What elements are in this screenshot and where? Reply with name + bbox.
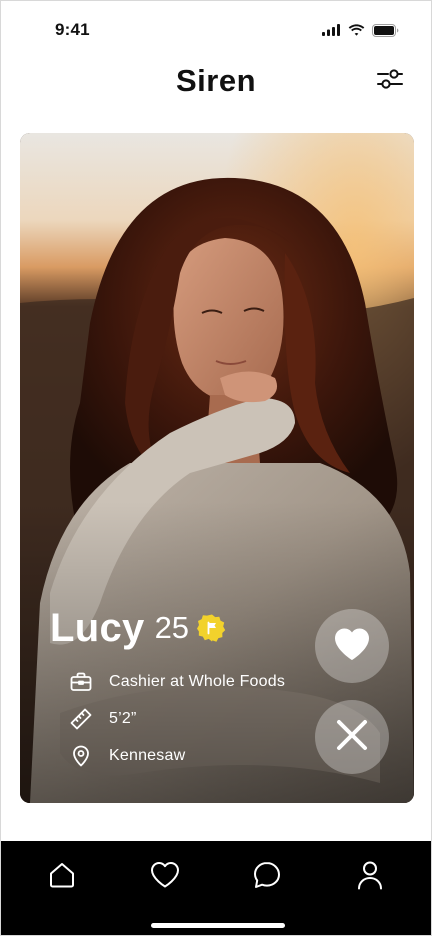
nav-profile[interactable] [342, 857, 398, 897]
nav-messages[interactable] [239, 857, 295, 897]
profile-card[interactable]: Lucy 25 Cashier at Whole Foods 5’2” Kenn… [20, 133, 414, 803]
home-indicator [151, 923, 285, 928]
verified-badge-icon [197, 613, 227, 643]
status-time: 9:41 [55, 20, 90, 39]
height-row: 5’2” [50, 700, 285, 737]
bottom-nav [1, 841, 431, 935]
briefcase-icon [69, 670, 93, 694]
name-row: Lucy 25 [50, 603, 285, 653]
nav-likes[interactable] [137, 857, 193, 897]
wifi-icon [348, 24, 365, 36]
location-row: Kennesaw [50, 737, 285, 774]
app-title: Siren [175, 63, 257, 98]
heart-outline-icon [150, 861, 180, 894]
height-text: 5’2” [109, 709, 137, 727]
close-icon [335, 718, 369, 757]
status-icons [322, 23, 399, 37]
heart-icon [333, 627, 371, 666]
nav-items [1, 857, 431, 897]
signal-icon [322, 24, 341, 36]
profile-info: Lucy 25 Cashier at Whole Foods 5’2” Kenn… [50, 603, 285, 774]
filter-button[interactable] [375, 68, 405, 94]
like-button[interactable] [315, 609, 389, 683]
location-text: Kennesaw [109, 746, 186, 764]
pass-button[interactable] [315, 700, 389, 774]
nav-home[interactable] [34, 857, 90, 897]
profile-name: Lucy [50, 605, 145, 650]
battery-icon [372, 23, 399, 37]
job-text: Cashier at Whole Foods [109, 672, 286, 690]
app-screen: 9:41 Siren Lucy 25 Cashier at Whole Food… [0, 0, 432, 936]
location-pin-icon [69, 744, 93, 768]
ruler-icon [69, 707, 93, 731]
status-bar: 9:41 [1, 1, 431, 59]
chat-icon [252, 860, 282, 895]
profile-details: Cashier at Whole Foods 5’2” Kennesaw [50, 663, 285, 774]
home-icon [48, 861, 76, 894]
profile-icon [357, 860, 383, 895]
app-header: Siren [1, 59, 431, 103]
profile-age: 25 [154, 610, 190, 645]
filter-icon [376, 68, 404, 94]
job-row: Cashier at Whole Foods [50, 663, 285, 700]
